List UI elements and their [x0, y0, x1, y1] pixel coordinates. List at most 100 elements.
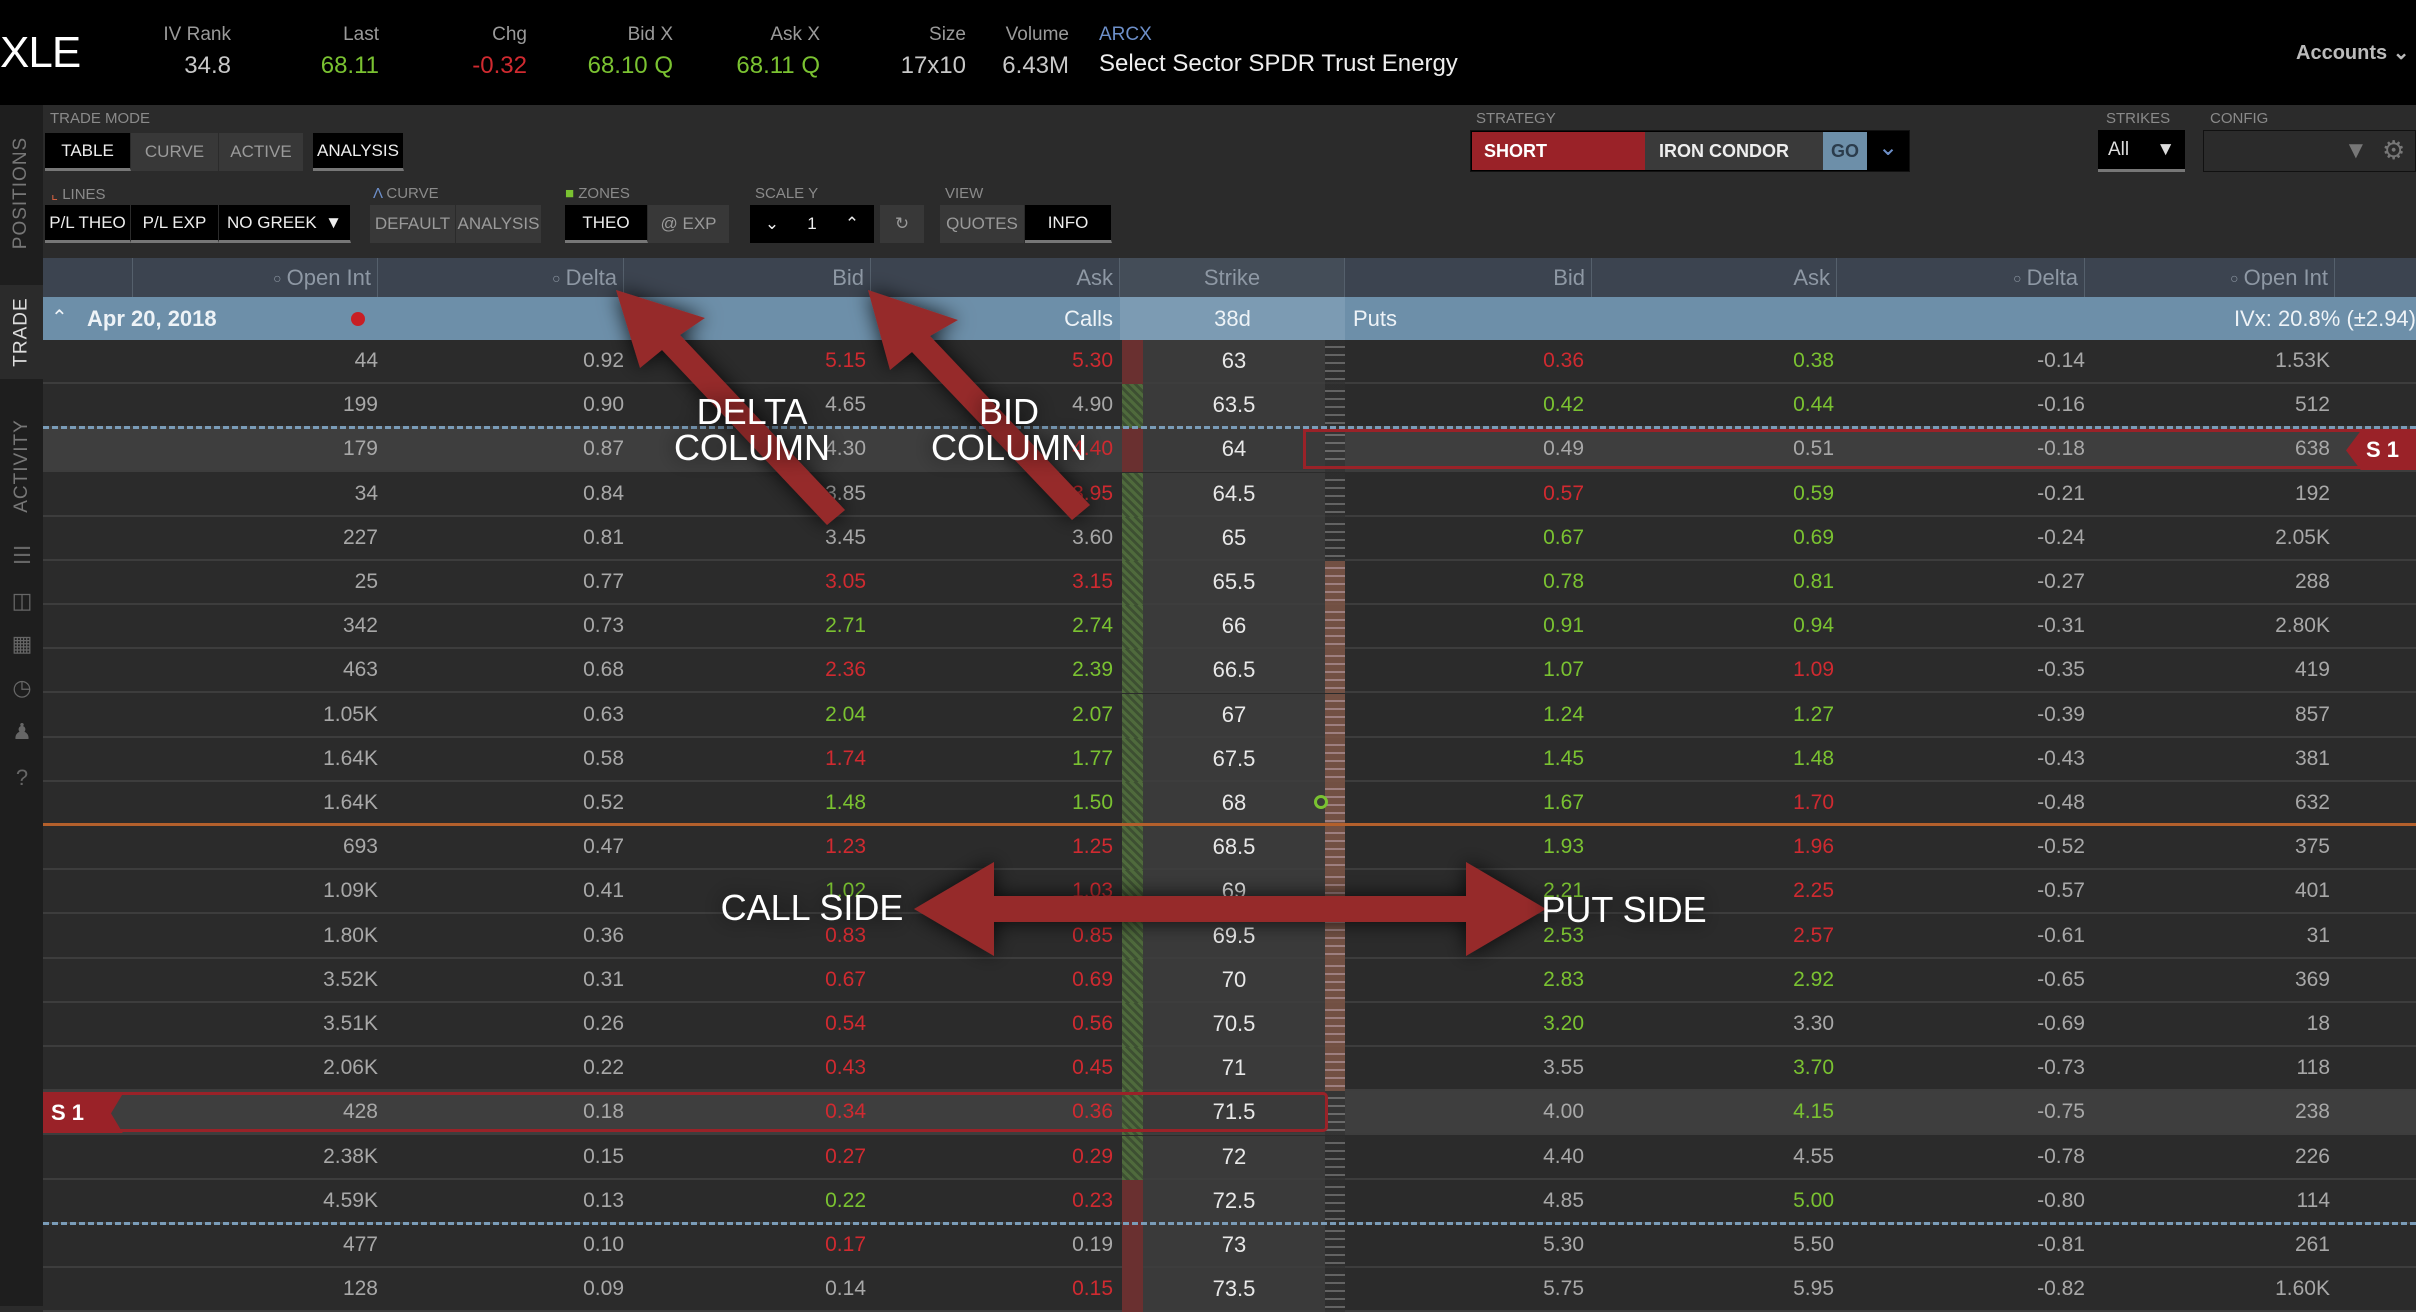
strike-cell[interactable]: 64 [1143, 428, 1325, 471]
call-bid-cell[interactable]: 5.15 [624, 340, 866, 382]
chain-row[interactable]: 64 179 0.87 4.30 4.40 0.49 0.51 -0.18 638 S 1 [43, 428, 2416, 473]
strike-cell[interactable]: 73 [1143, 1224, 1325, 1266]
put-bid-cell[interactable]: 2.83 [1345, 959, 1584, 1001]
call-delta-cell[interactable]: 0.63 [378, 694, 624, 736]
call-bid-cell[interactable]: 4.65 [624, 384, 866, 426]
put-open-int-cell[interactable]: 192 [2085, 473, 2330, 515]
position-tag[interactable]: S 1 [43, 1093, 123, 1134]
call-open-int-cell[interactable]: 179 [133, 428, 378, 470]
curve-analysis-button[interactable]: ANALYSIS [456, 205, 542, 243]
call-ask-cell[interactable]: 0.29 [871, 1136, 1113, 1178]
strike-cell[interactable]: 71 [1143, 1047, 1325, 1090]
filter-icon[interactable]: ▼ [2344, 137, 2368, 165]
put-ask-cell[interactable]: 2.57 [1592, 915, 1834, 957]
put-bid-cell[interactable]: 0.36 [1345, 340, 1584, 382]
strike-cell[interactable]: 69 [1143, 870, 1325, 913]
call-open-int-cell[interactable]: 44 [133, 340, 378, 382]
put-delta-cell[interactable]: -0.48 [1837, 782, 2085, 824]
call-delta-cell[interactable]: 0.90 [378, 384, 624, 426]
put-ask-cell[interactable]: 0.44 [1592, 384, 1834, 426]
chain-row[interactable]: 72 2.38K 0.15 0.27 0.29 4.40 4.55 -0.78 226 [43, 1135, 2416, 1180]
call-bid-cell[interactable]: 1.02 [624, 870, 866, 912]
header-call-open-int[interactable]: ○ Open Int [133, 258, 378, 297]
gear-icon[interactable]: ⚙ [2382, 135, 2405, 166]
put-delta-cell[interactable]: -0.69 [1837, 1003, 2085, 1045]
list-icon[interactable]: ☰ [10, 545, 34, 567]
tab-positions[interactable]: POSITIONS [0, 131, 43, 255]
put-delta-cell[interactable]: -0.65 [1837, 959, 2085, 1001]
collapse-icon[interactable]: ⌃ [51, 305, 68, 330]
put-delta-cell[interactable]: -0.27 [1837, 561, 2085, 603]
call-open-int-cell[interactable]: 463 [133, 649, 378, 691]
chain-row[interactable]: 66 342 0.73 2.71 2.74 0.91 0.94 -0.31 2.80K [43, 605, 2416, 650]
put-delta-cell[interactable]: -0.80 [1837, 1180, 2085, 1222]
put-delta-cell[interactable]: -0.57 [1837, 870, 2085, 912]
put-open-int-cell[interactable]: 226 [2085, 1136, 2330, 1178]
strike-cell[interactable]: 72.5 [1143, 1179, 1325, 1222]
call-ask-cell[interactable]: 0.56 [871, 1003, 1113, 1045]
put-bid-cell[interactable]: 0.78 [1345, 561, 1584, 603]
call-ask-cell[interactable]: 1.03 [871, 870, 1113, 912]
tv-icon[interactable]: ◫ [10, 590, 34, 612]
strike-cell[interactable]: 73.5 [1143, 1268, 1325, 1311]
put-ask-cell[interactable]: 0.81 [1592, 561, 1834, 603]
put-ask-cell[interactable]: 3.30 [1592, 1003, 1834, 1045]
strike-cell[interactable]: 69.5 [1143, 914, 1325, 957]
tab-trade[interactable]: TRADE [0, 285, 43, 379]
put-open-int-cell[interactable]: 288 [2085, 561, 2330, 603]
call-delta-cell[interactable]: 0.26 [378, 1003, 624, 1045]
view-quotes-button[interactable]: QUOTES [940, 205, 1025, 243]
strategy-type-button[interactable]: IRON CONDOR [1645, 132, 1823, 170]
chain-row[interactable]: 73.5 128 0.09 0.14 0.15 5.75 5.95 -0.82 1.60K [43, 1268, 2416, 1312]
call-ask-cell[interactable]: 3.95 [871, 473, 1113, 515]
strike-cell[interactable]: 66.5 [1143, 649, 1325, 692]
call-delta-cell[interactable]: 0.41 [378, 870, 624, 912]
mode-table-button[interactable]: TABLE [45, 133, 131, 171]
chain-row[interactable]: 69 1.09K 0.41 1.02 1.03 2.21 2.25 -0.57 401 [43, 870, 2416, 915]
chain-row[interactable]: 68.5 693 0.47 1.23 1.25 1.93 1.96 -0.52 375 [43, 826, 2416, 871]
call-bid-cell[interactable]: 2.36 [624, 649, 866, 691]
people-icon[interactable]: ♟ [10, 721, 34, 743]
put-bid-cell[interactable]: 0.42 [1345, 384, 1584, 426]
call-ask-cell[interactable]: 4.90 [871, 384, 1113, 426]
put-open-int-cell[interactable]: 114 [2085, 1180, 2330, 1222]
strike-cell[interactable]: 67.5 [1143, 737, 1325, 780]
put-ask-cell[interactable]: 0.38 [1592, 340, 1834, 382]
put-ask-cell[interactable]: 1.27 [1592, 694, 1834, 736]
header-call-ask[interactable]: Ask [871, 258, 1120, 297]
call-bid-cell[interactable]: 1.23 [624, 826, 866, 868]
put-bid-cell[interactable]: 3.55 [1345, 1047, 1584, 1089]
call-ask-cell[interactable]: 3.60 [871, 517, 1113, 559]
put-ask-cell[interactable]: 4.15 [1592, 1091, 1834, 1133]
put-delta-cell[interactable]: -0.31 [1837, 605, 2085, 647]
header-put-delta[interactable]: ○ Delta [1837, 258, 2085, 297]
put-ask-cell[interactable]: 2.92 [1592, 959, 1834, 1001]
call-delta-cell[interactable]: 0.73 [378, 605, 624, 647]
call-open-int-cell[interactable]: 1.80K [133, 915, 378, 957]
call-ask-cell[interactable]: 2.07 [871, 694, 1113, 736]
strike-cell[interactable]: 67 [1143, 693, 1325, 736]
call-ask-cell[interactable]: 0.69 [871, 959, 1113, 1001]
header-strike[interactable]: Strike [1120, 258, 1345, 297]
put-open-int-cell[interactable]: 375 [2085, 826, 2330, 868]
chain-row[interactable]: 73 477 0.10 0.17 0.19 5.30 5.50 -0.81 261 [43, 1224, 2416, 1268]
put-bid-cell[interactable]: 0.57 [1345, 473, 1584, 515]
chain-row[interactable]: 65.5 25 0.77 3.05 3.15 0.78 0.81 -0.27 288 [43, 561, 2416, 605]
call-delta-cell[interactable]: 0.22 [378, 1047, 624, 1089]
put-ask-cell[interactable]: 1.96 [1592, 826, 1834, 868]
put-ask-cell[interactable]: 1.09 [1592, 649, 1834, 691]
strike-cell[interactable]: 68 [1143, 782, 1325, 824]
mode-active-button[interactable]: ACTIVE [219, 133, 304, 171]
chain-row[interactable]: 72.5 4.59K 0.13 0.22 0.23 4.85 5.00 -0.80 114 [43, 1179, 2416, 1224]
call-ask-cell[interactable]: 1.25 [871, 826, 1113, 868]
call-bid-cell[interactable]: 1.48 [624, 782, 866, 824]
chain-row[interactable]: 70.5 3.51K 0.26 0.54 0.56 3.20 3.30 -0.69 18 [43, 1003, 2416, 1047]
call-delta-cell[interactable]: 0.36 [378, 915, 624, 957]
call-delta-cell[interactable]: 0.87 [378, 428, 624, 470]
header-put-bid[interactable]: Bid [1345, 258, 1592, 297]
chain-row[interactable]: 63.5 199 0.90 4.65 4.90 0.42 0.44 -0.16 512 [43, 384, 2416, 429]
call-bid-cell[interactable]: 0.54 [624, 1003, 866, 1045]
chain-row[interactable]: 67.5 1.64K 0.58 1.74 1.77 1.45 1.48 -0.43 381 [43, 737, 2416, 782]
call-delta-cell[interactable]: 0.31 [378, 959, 624, 1001]
put-bid-cell[interactable]: 2.53 [1345, 915, 1584, 957]
